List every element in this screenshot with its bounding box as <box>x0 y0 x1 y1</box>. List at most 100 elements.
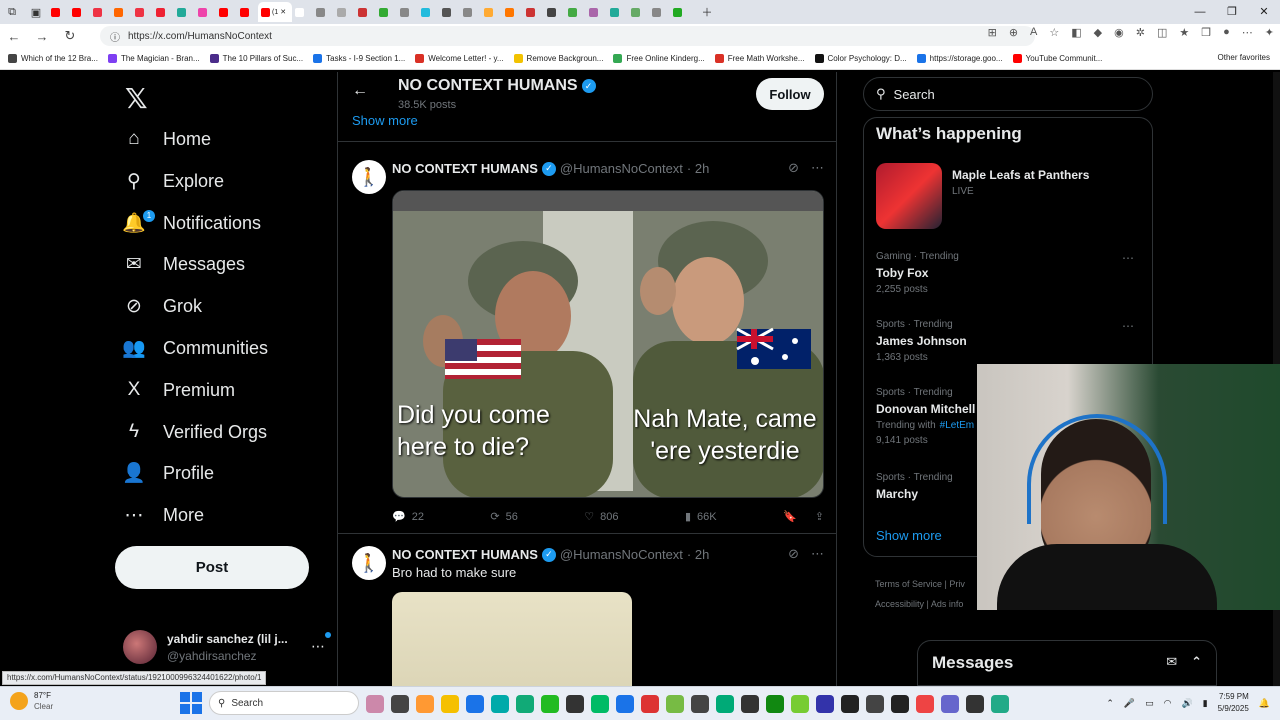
split-screen-icon[interactable]: ◫ <box>1157 26 1167 39</box>
bookmark-icon[interactable]: 🔖 <box>783 510 797 523</box>
bookmark-item[interactable]: YouTube Communit... <box>1012 54 1102 63</box>
browser-tab[interactable] <box>90 2 111 22</box>
post-button[interactable]: Post <box>115 546 309 589</box>
taskbar-app-icon[interactable] <box>891 695 909 713</box>
browser-tab[interactable] <box>544 2 565 22</box>
footer-link[interactable]: Terms of Service <box>875 579 942 589</box>
browser-tab[interactable] <box>237 2 258 22</box>
tweet[interactable]: 🚶 NO CONTEXT HUMANS ✓ @HumansNoContext ·… <box>338 148 836 534</box>
bookmark-item[interactable]: The Magician - Bran... <box>107 54 200 63</box>
taskbar-app-icon[interactable] <box>491 695 509 713</box>
tweet-image[interactable] <box>392 592 632 686</box>
browser-tab[interactable] <box>502 2 523 22</box>
repost-button[interactable]: ⟳ 56 <box>490 510 517 524</box>
tweet[interactable]: 🚶 NO CONTEXT HUMANS ✓ @HumansNoContext ·… <box>338 534 836 686</box>
read-aloud-icon[interactable]: A <box>1030 26 1037 39</box>
taskbar-app-icon[interactable] <box>716 695 734 713</box>
taskbar-app-icon[interactable] <box>616 695 634 713</box>
browser-tab[interactable] <box>397 2 418 22</box>
nav-item-explore[interactable]: ⚲ Explore <box>123 170 224 192</box>
browser-tab[interactable] <box>628 2 649 22</box>
nav-item-messages[interactable]: ✉ Messages <box>123 253 245 275</box>
url-field[interactable]: ⓘ https://x.com/HumansNoContext <box>100 26 1035 46</box>
nav-item-verified-orgs[interactable]: ϟ Verified Orgs <box>123 421 267 443</box>
hashtag-link[interactable]: #LetEm <box>940 420 974 431</box>
footer-link[interactable]: Priv <box>949 579 965 589</box>
bookmark-item[interactable]: The 10 Pillars of Suc... <box>209 54 303 63</box>
browser-tab[interactable] <box>195 2 216 22</box>
nav-item-communities[interactable]: 👥 Communities <box>122 337 268 360</box>
other-favorites-folder[interactable]: Other favorites <box>1218 53 1270 62</box>
tweet-time[interactable]: · 2h <box>687 547 709 562</box>
grok-icon[interactable]: ⊘ <box>788 160 799 176</box>
bookmark-item[interactable]: https://storage.goo... <box>916 54 1003 63</box>
taskbar-app-icon[interactable] <box>791 695 809 713</box>
info-icon[interactable]: ⓘ <box>110 29 120 44</box>
extension-icon[interactable]: ◉ <box>1114 26 1124 39</box>
trend-item[interactable]: Sports · Trending James Johnson 1,363 post… <box>876 319 1146 363</box>
bookmark-item[interactable]: Remove Backgroun... <box>513 54 603 63</box>
browser-tab[interactable] <box>649 2 670 22</box>
browser-tab[interactable] <box>216 2 237 22</box>
browser-tab[interactable] <box>174 2 195 22</box>
taskbar-app-icon[interactable] <box>741 695 759 713</box>
bookmark-item[interactable]: Free Math Workshe... <box>714 54 805 63</box>
back-arrow-icon[interactable]: ← <box>352 82 368 100</box>
taskbar-app-icon[interactable] <box>816 695 834 713</box>
weather-widget[interactable]: 87°F Clear <box>10 690 53 712</box>
chevron-up-icon[interactable]: ⌃ <box>1106 698 1114 709</box>
browser-tab[interactable] <box>355 2 376 22</box>
author-handle[interactable]: @HumansNoContext <box>560 161 683 176</box>
minimize-button[interactable]: — <box>1184 0 1216 24</box>
workspaces-icon[interactable]: ⧉ <box>0 0 24 24</box>
event-name[interactable]: Maple Leafs at Panthers <box>952 168 1089 182</box>
x-logo-icon[interactable]: 𝕏 <box>125 82 148 115</box>
taskbar-app-icon[interactable] <box>641 695 659 713</box>
bookmark-item[interactable]: Color Psychology: D... <box>814 54 907 63</box>
browser-tab[interactable] <box>48 2 69 22</box>
close-tab-icon[interactable]: ✕ <box>280 8 286 16</box>
taskbar-app-icon[interactable] <box>566 695 584 713</box>
like-button[interactable]: ♡ 806 <box>584 510 618 524</box>
bookmark-item[interactable]: Welcome Letter! - y... <box>415 54 504 63</box>
browser-tab[interactable] <box>111 2 132 22</box>
browser-tab[interactable] <box>523 2 544 22</box>
favorites-icon[interactable]: ★ <box>1179 26 1189 39</box>
author-name[interactable]: NO CONTEXT HUMANS <box>392 161 538 176</box>
taskbar-app-icon[interactable] <box>666 695 684 713</box>
browser-tab[interactable] <box>481 2 502 22</box>
taskbar-app-icon[interactable] <box>691 695 709 713</box>
browser-tab[interactable] <box>376 2 397 22</box>
maximize-button[interactable]: ❐ <box>1216 0 1248 24</box>
follow-button[interactable]: Follow <box>756 78 824 110</box>
trend-item[interactable]: Gaming · Trending Toby Fox 2,255 posts ⋯ <box>876 251 1146 295</box>
avatar[interactable]: 🚶 <box>352 160 386 194</box>
profile-avatar-icon[interactable]: ● <box>1223 26 1230 39</box>
nav-item-profile[interactable]: 👤 Profile <box>122 462 214 485</box>
taskbar-app-icon[interactable] <box>916 695 934 713</box>
taskbar-app-icon[interactable] <box>966 695 984 713</box>
taskbar-search[interactable]: ⚲ Search <box>209 691 359 715</box>
taskbar-app-icon[interactable] <box>416 695 434 713</box>
nav-item-home[interactable]: ⌂ Home <box>123 128 211 150</box>
new-tab-icon[interactable]: ＋ <box>695 0 719 24</box>
taskbar-app-icon[interactable] <box>441 695 459 713</box>
zoom-icon[interactable]: ⊕ <box>1009 26 1018 39</box>
taskbar-app-icon[interactable] <box>516 695 534 713</box>
footer-link[interactable]: Ads info <box>931 599 964 609</box>
url-text[interactable]: https://x.com/HumansNoContext <box>128 31 272 42</box>
notification-bell-icon[interactable]: 🔔 <box>1259 698 1270 709</box>
browser-tab[interactable] <box>607 2 628 22</box>
taskbar-app-icon[interactable] <box>391 695 409 713</box>
volume-icon[interactable]: 🔊 <box>1181 698 1192 709</box>
nav-item-premium[interactable]: X Premium <box>123 379 235 401</box>
more-options-icon[interactable]: ⋯ <box>311 638 325 655</box>
close-window-button[interactable]: ✕ <box>1248 0 1280 24</box>
start-button[interactable] <box>180 692 202 714</box>
browser-tab[interactable] <box>334 2 355 22</box>
browser-tab[interactable] <box>460 2 481 22</box>
extension-icon[interactable]: ◆ <box>1094 26 1102 39</box>
display-icon[interactable]: ▭ <box>1145 698 1154 709</box>
bookmark-item[interactable]: Which of the 12 Bra... <box>8 54 98 63</box>
browser-tab[interactable] <box>439 2 460 22</box>
